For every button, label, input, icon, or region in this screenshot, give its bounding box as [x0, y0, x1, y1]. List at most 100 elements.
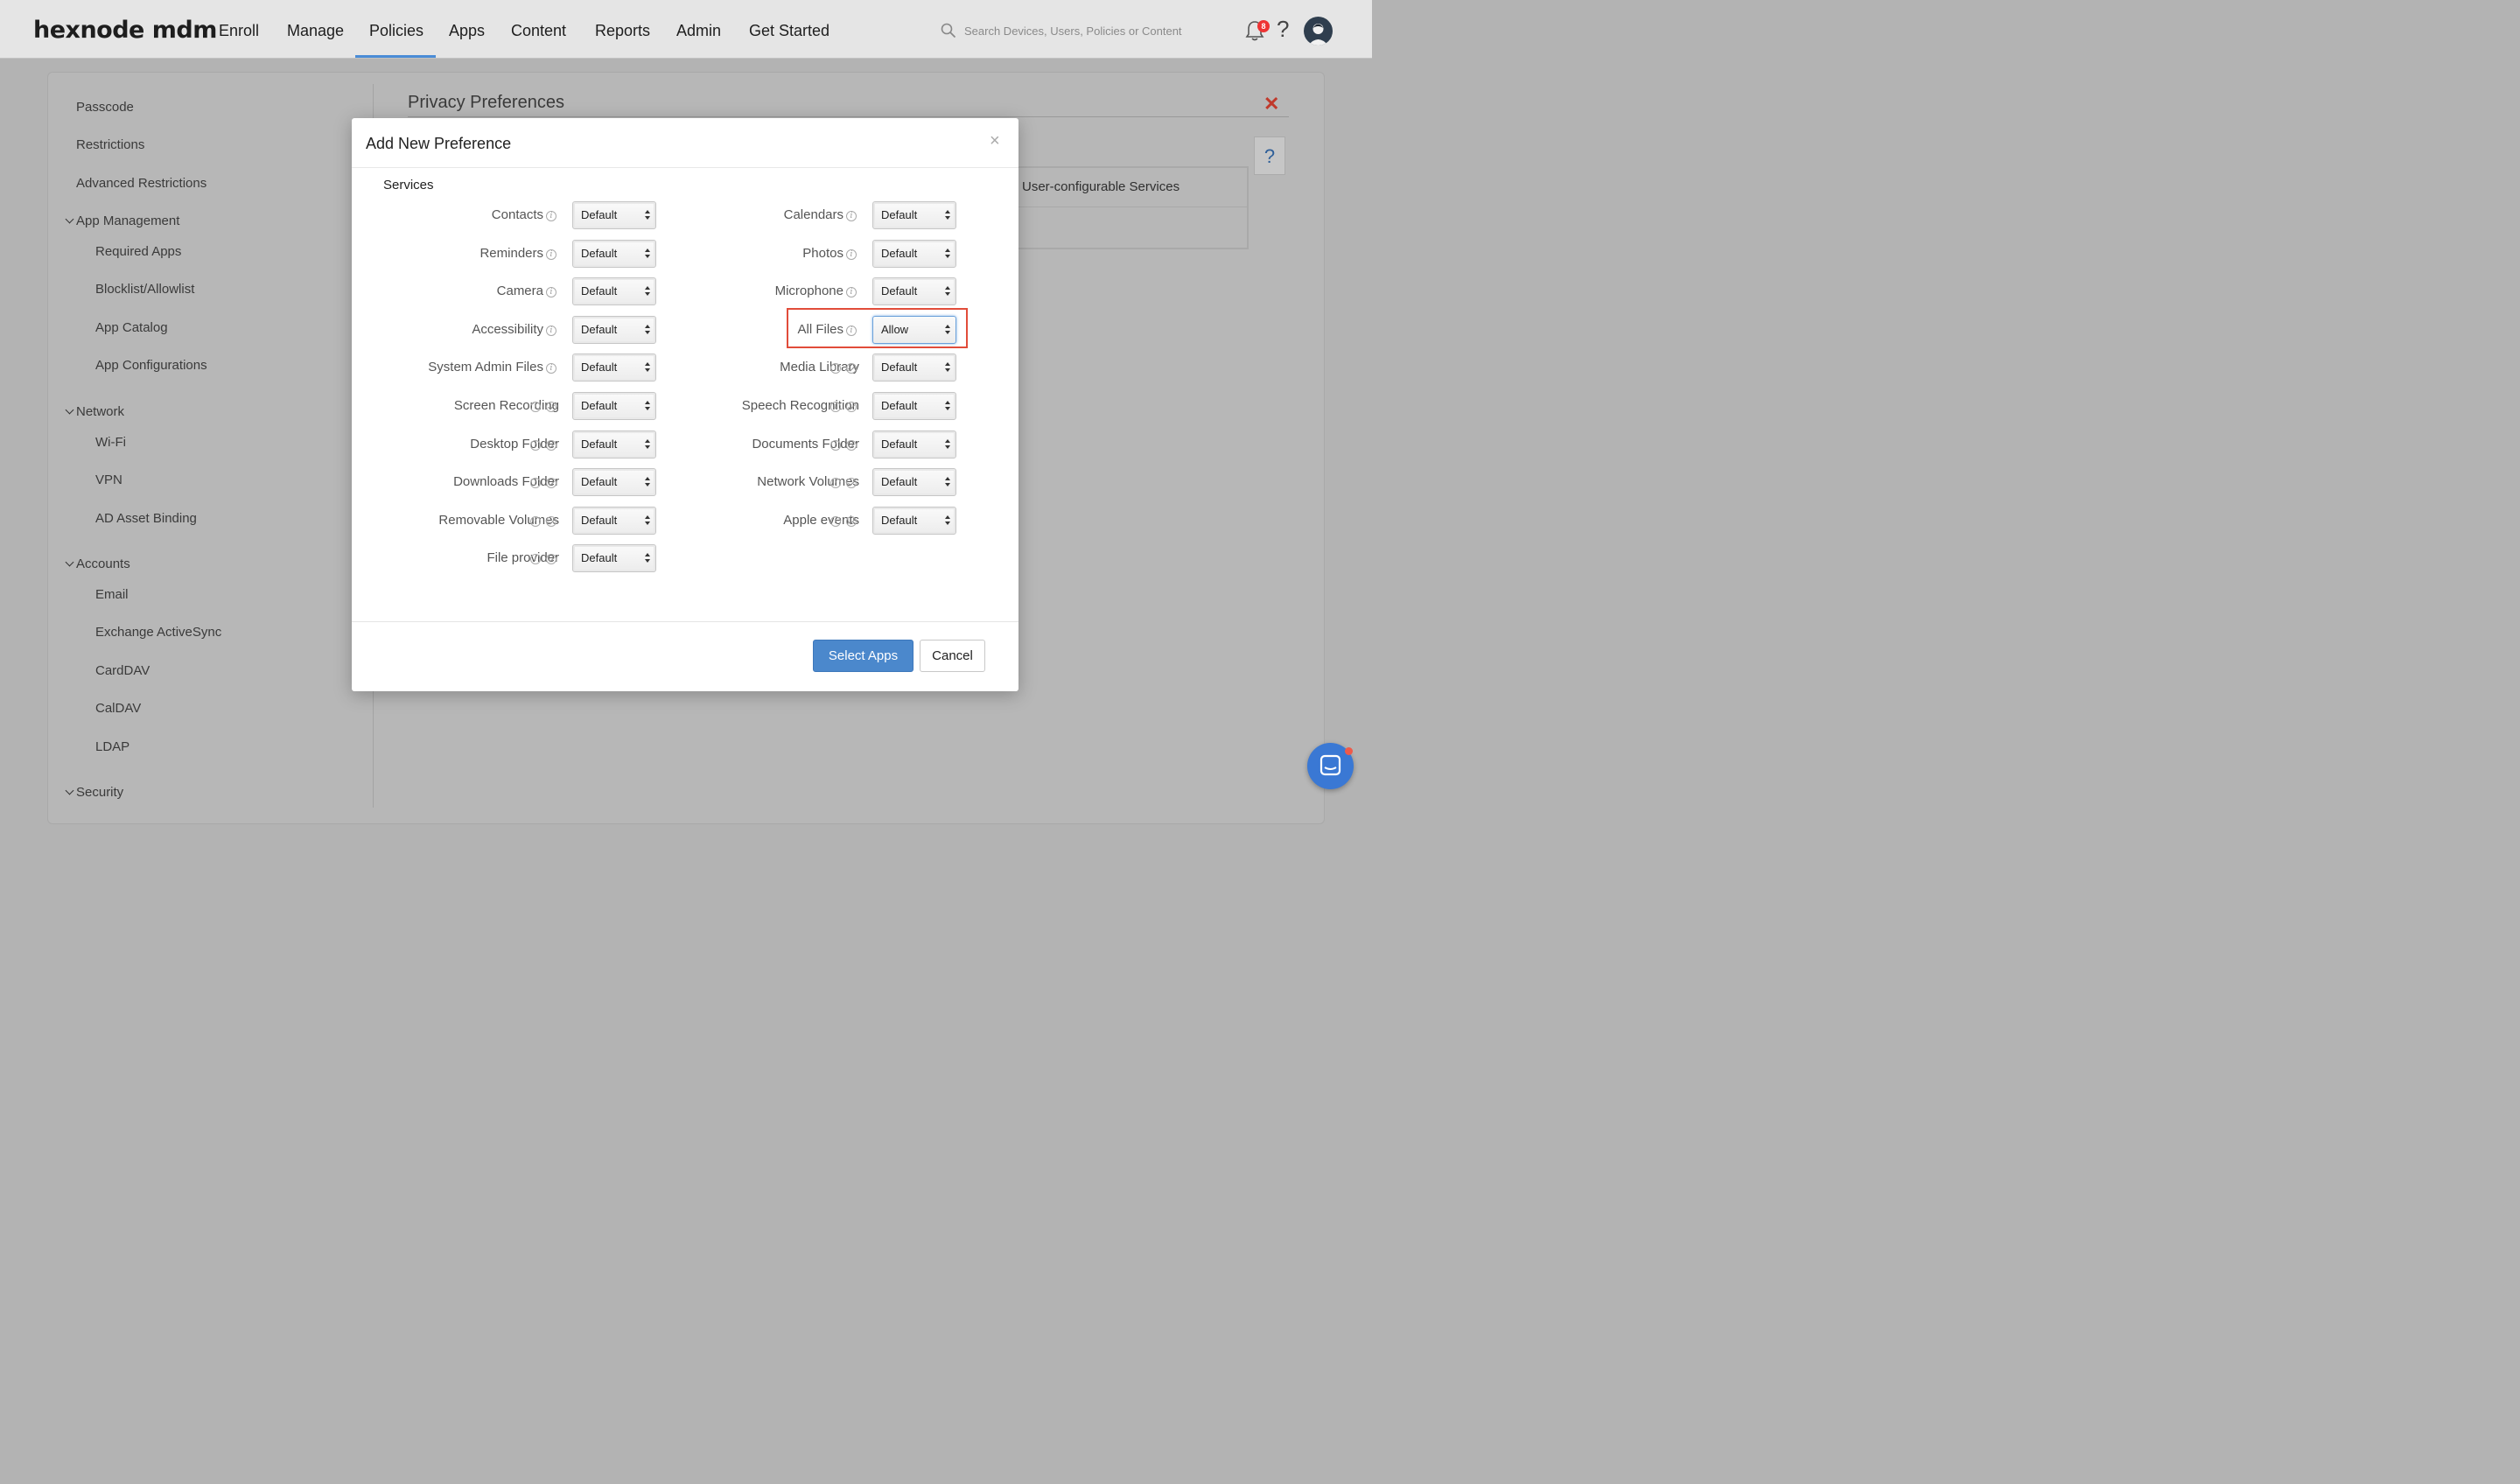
info-icon[interactable]: i: [546, 363, 556, 374]
select-arrows-icon: [945, 210, 950, 221]
select-arrows-icon: [645, 401, 650, 412]
info-icon[interactable]: i: [530, 439, 541, 451]
sidebar-item-passcode[interactable]: Passcode: [76, 100, 134, 115]
user-avatar-icon: [1308, 24, 1328, 46]
info-icon[interactable]: i: [846, 211, 857, 221]
select-arrows-icon: [645, 438, 650, 451]
sidebar-item-wifi[interactable]: Wi-Fi: [95, 435, 126, 450]
select-calendars[interactable]: Default: [872, 201, 956, 229]
sidebar-item-required-apps[interactable]: Required Apps: [95, 244, 181, 259]
select-file-provider[interactable]: Default: [572, 544, 656, 573]
service-label-downloads-folder: Downloads Folder: [453, 474, 559, 490]
sidebar-item-vpn[interactable]: VPN: [95, 472, 122, 487]
info-icon[interactable]: i: [530, 402, 541, 412]
nav-reports[interactable]: Reports: [595, 22, 650, 40]
select-apps-button[interactable]: Select Apps: [813, 640, 914, 672]
service-label-speech-recognition: Speech Recognition: [741, 398, 859, 413]
select-arrows-icon: [945, 362, 950, 374]
info-icon[interactable]: i: [830, 439, 841, 451]
nav-active-indicator: [355, 55, 436, 58]
nav-policies[interactable]: Policies: [369, 22, 424, 40]
sidebar-item-caldav[interactable]: CalDAV: [95, 701, 141, 716]
sidebar-group-security[interactable]: Security: [65, 785, 123, 800]
services-heading: Services: [383, 178, 434, 192]
select-apple-events[interactable]: Default: [872, 506, 956, 535]
info-icon[interactable]: i: [546, 325, 556, 336]
select-media-library[interactable]: Default: [872, 354, 956, 382]
select-removable-volumes[interactable]: Default: [572, 506, 656, 535]
select-speech-recognition[interactable]: Default: [872, 392, 956, 420]
nav-apps[interactable]: Apps: [449, 22, 485, 40]
info-icon[interactable]: i: [846, 248, 857, 260]
sidebar-item-restrictions[interactable]: Restrictions: [76, 137, 144, 152]
nav-admin[interactable]: Admin: [676, 22, 721, 40]
nav-get-started[interactable]: Get Started: [749, 22, 830, 40]
table-header: User-configurable Services: [1022, 179, 1180, 194]
info-icon[interactable]: i: [546, 248, 556, 260]
select-camera[interactable]: Default: [572, 277, 656, 306]
select-reminders[interactable]: Default: [572, 239, 656, 268]
select-value: Default: [881, 360, 918, 374]
select-documents-folder[interactable]: Default: [872, 430, 956, 458]
info-icon[interactable]: i: [830, 515, 841, 527]
info-icon[interactable]: i: [830, 402, 841, 412]
avatar[interactable]: [1304, 17, 1333, 46]
sidebar-item-advanced-restrictions[interactable]: Advanced Restrictions: [76, 176, 206, 191]
select-value: Default: [581, 246, 618, 260]
sidebar-item-email[interactable]: Email: [95, 587, 129, 602]
sidebar-item-exchange-activesync[interactable]: Exchange ActiveSync: [95, 625, 221, 640]
select-downloads-folder[interactable]: Default: [572, 468, 656, 497]
chevron-down-icon: [65, 405, 74, 415]
cancel-button[interactable]: Cancel: [920, 640, 985, 672]
close-icon[interactable]: ×: [990, 131, 1000, 151]
sidebar-group-network[interactable]: Network: [65, 404, 124, 419]
sidebar-item-carddav[interactable]: CardDAV: [95, 663, 150, 678]
verified-check-icon: [846, 515, 857, 527]
sidebar-group-app-management[interactable]: App Management: [65, 214, 179, 228]
nav-manage[interactable]: Manage: [287, 22, 344, 40]
sidebar-group-accounts[interactable]: Accounts: [65, 556, 130, 571]
select-arrows-icon: [945, 401, 950, 412]
verified-check-icon: [846, 439, 857, 451]
search-icon[interactable]: [941, 23, 956, 38]
help-icon[interactable]: ?: [1277, 16, 1289, 43]
service-label-accessibility: Accessibility: [472, 321, 543, 337]
search-input[interactable]: [964, 19, 1227, 42]
sidebar-item-ad-asset-binding[interactable]: AD Asset Binding: [95, 511, 197, 526]
select-screen-recording[interactable]: Default: [572, 392, 656, 420]
service-label-camera: Camera: [496, 284, 543, 299]
nav-enroll[interactable]: Enroll: [219, 22, 259, 40]
select-desktop-folder[interactable]: Default: [572, 430, 656, 458]
select-value: Default: [581, 475, 618, 489]
sidebar-item-app-catalog[interactable]: App Catalog: [95, 320, 168, 335]
select-contacts[interactable]: Default: [572, 201, 656, 229]
chat-unread-dot: [1345, 747, 1353, 755]
service-label-photos: Photos: [802, 245, 844, 261]
select-microphone[interactable]: Default: [872, 277, 956, 306]
select-value: Default: [881, 284, 918, 298]
table-row-divider: [1017, 206, 1247, 207]
select-accessibility[interactable]: Default: [572, 315, 656, 344]
info-icon[interactable]: i: [846, 287, 857, 298]
info-icon[interactable]: i: [530, 515, 541, 527]
select-value: Default: [581, 284, 618, 298]
select-photos[interactable]: Default: [872, 239, 956, 268]
select-value: Default: [881, 475, 918, 489]
logo[interactable]: hexnode mdm: [33, 17, 217, 44]
select-system-admin-files[interactable]: Default: [572, 354, 656, 382]
sidebar-item-ldap[interactable]: LDAP: [95, 739, 130, 754]
help-button[interactable]: ?: [1254, 136, 1285, 175]
select-arrows-icon: [945, 248, 950, 260]
select-value: Default: [581, 208, 618, 221]
sidebar-item-blocklist-allowlist[interactable]: Blocklist/Allowlist: [95, 282, 194, 297]
sidebar-item-app-configurations[interactable]: App Configurations: [95, 358, 207, 373]
service-label-contacts: Contacts: [491, 207, 543, 222]
select-network-volumes[interactable]: Default: [872, 468, 956, 497]
info-icon[interactable]: i: [546, 211, 556, 221]
remove-section-icon[interactable]: ✕: [1264, 93, 1279, 116]
section-title: Privacy Preferences: [408, 93, 564, 112]
info-icon[interactable]: i: [546, 287, 556, 298]
modal-footer-divider: [352, 621, 1018, 622]
nav-content[interactable]: Content: [511, 22, 566, 40]
select-value: Default: [581, 399, 618, 412]
